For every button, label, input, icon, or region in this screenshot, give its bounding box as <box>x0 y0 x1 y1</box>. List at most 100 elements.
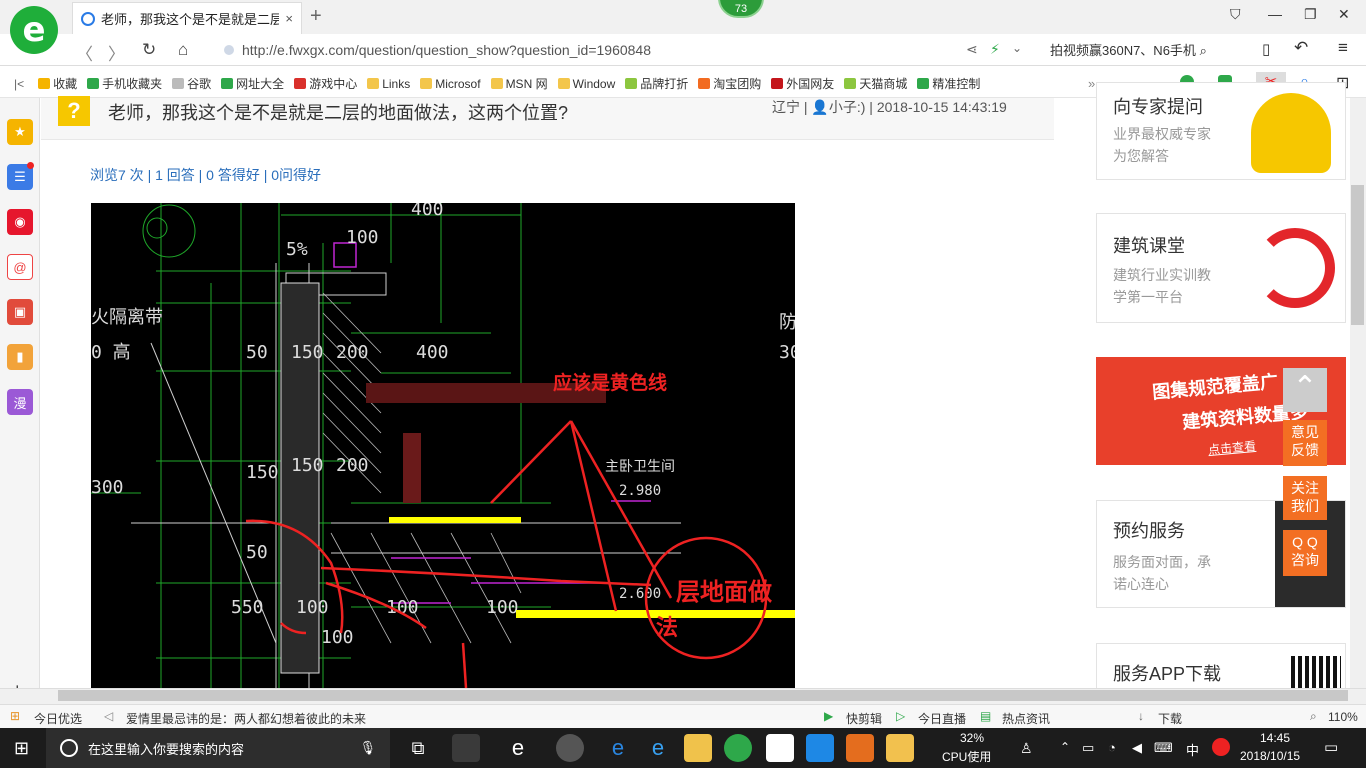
bookmark-item[interactable]: 网址大全 <box>221 75 284 92</box>
wifi-icon[interactable]: ◔ <box>1108 740 1116 755</box>
sogou-icon[interactable] <box>1212 738 1230 756</box>
edge-icon[interactable]: e <box>604 734 632 762</box>
bookmark-item[interactable]: Links <box>367 77 410 91</box>
browser-logo-icon[interactable]: e <box>10 6 58 54</box>
search-box[interactable]: 拍视频赢360N7、N6手机 ⌕ <box>1050 40 1207 59</box>
volume-icon[interactable]: ◀ <box>1132 740 1142 756</box>
url-field[interactable]: http://e.fwxgx.com/question/question_sho… <box>224 38 1034 62</box>
question-title: 老师，那我这个是不是就是二层的地面做法，这两个位置? <box>108 103 569 123</box>
follow-button[interactable]: 关注 我们 <box>1283 476 1327 520</box>
live-link[interactable]: 今日直播 <box>918 710 966 727</box>
news-ticker[interactable]: 爱情里最忌讳的是：两人都幻想着彼此的未来 <box>126 710 366 727</box>
novel-icon[interactable]: ▮ <box>7 344 33 370</box>
weibo-icon[interactable]: ◉ <box>7 209 33 235</box>
bookmark-label: 外国网友 <box>786 77 835 91</box>
chevron-down-icon[interactable]: ⌄ <box>1012 41 1022 55</box>
mail-taskbar-icon[interactable] <box>766 734 794 762</box>
bookmark-item[interactable]: 手机收藏夹 <box>87 75 162 92</box>
bookmark-item[interactable]: 精准控制 <box>917 75 980 92</box>
lightning-icon[interactable]: ⚡ <box>990 41 1000 58</box>
tray-chevron-icon[interactable]: ⌃ <box>1060 740 1070 754</box>
more-bookmarks-icon[interactable]: » <box>1088 76 1095 91</box>
quick-clip-link[interactable]: 快剪辑 <box>846 710 882 727</box>
fan-app-icon[interactable] <box>452 734 480 762</box>
bookmark-item[interactable]: Microsof <box>420 77 481 91</box>
daily-picks-link[interactable]: 今日优选 <box>34 710 82 727</box>
bookmark-item[interactable]: MSN 网 <box>490 75 548 92</box>
question-stats[interactable]: 浏览7 次 | 1 回答 | 0 答得好 | 0问得好 <box>90 165 321 185</box>
zoom-level[interactable]: 110% <box>1328 710 1358 724</box>
ie-icon[interactable]: e <box>644 734 672 762</box>
bookmark-label: 网址大全 <box>236 77 285 91</box>
people-icon[interactable]: ♙ <box>1020 740 1033 757</box>
home-icon[interactable]: ⌂ <box>178 40 188 60</box>
cad-drawing-image[interactable]: 火隔离带 0 高 防 30 5% 主卧卫生间 2.980 2.600 50 15… <box>91 203 795 688</box>
notes-icon[interactable] <box>886 734 914 762</box>
bookmark-item[interactable]: Window <box>557 77 615 91</box>
qq-consult-button[interactable]: Q Q 咨询 <box>1283 530 1327 576</box>
feedback-button[interactable]: 意见 反馈 <box>1283 420 1327 466</box>
banner-button[interactable]: 点击查看 <box>1207 437 1257 458</box>
cad-left-text-1: 火隔离带 <box>91 307 163 328</box>
bookmark-label: 品牌打折 <box>640 77 689 91</box>
download-icon: ↓ <box>1138 709 1144 723</box>
bookmark-item[interactable]: 品牌打折 <box>625 75 688 92</box>
360-browser-taskbar-icon[interactable] <box>724 734 752 762</box>
tab-active[interactable]: 老师，那我这个是不是就是二层的 × <box>72 2 302 34</box>
game-icon[interactable]: ▣ <box>7 299 33 325</box>
close-window-button[interactable]: ✕ <box>1338 6 1350 23</box>
card-booking-sub: 服务面对面，承 诺心连心 <box>1113 554 1211 592</box>
phone-icon[interactable]: ▯ <box>1262 40 1270 58</box>
tab-close-button[interactable]: × <box>285 11 293 26</box>
restore-button[interactable]: ❐ <box>1304 6 1317 23</box>
pdf-icon[interactable] <box>846 734 874 762</box>
windows-start-icon[interactable]: ⊞ <box>14 738 29 759</box>
bookmark-item[interactable]: 淘宝团购 <box>698 75 761 92</box>
new-tab-button[interactable]: + <box>310 5 322 28</box>
card-classroom[interactable]: 建筑课堂 建筑行业实训教 学第一平台 <box>1096 213 1346 323</box>
clock-time[interactable]: 14:45 <box>1252 731 1298 745</box>
favorites-star-icon[interactable]: ★ <box>7 119 33 145</box>
bookmark-label: 游戏中心 <box>309 77 358 91</box>
ime-indicator[interactable]: 中 <box>1186 740 1199 759</box>
bookmark-item[interactable]: 游戏中心 <box>294 75 357 92</box>
back-to-top-icon[interactable]: ⌃ <box>1283 368 1327 412</box>
share-icon[interactable]: ⋖ <box>966 41 978 58</box>
search-icon[interactable]: ⌕ <box>1200 43 1207 58</box>
vertical-scroll-thumb[interactable] <box>1351 185 1364 325</box>
bookmark-item[interactable]: 外国网友 <box>771 75 834 92</box>
download-link[interactable]: 下载 <box>1158 710 1182 727</box>
menu-icon[interactable]: ≡ <box>1338 38 1348 58</box>
minimize-button[interactable]: — <box>1268 6 1282 22</box>
task-view-icon[interactable]: ⧉ <box>404 734 432 762</box>
notification-center-icon[interactable]: ▭ <box>1324 738 1338 756</box>
comic-icon[interactable]: 漫 <box>7 389 33 415</box>
microphone-icon[interactable]: 🎙 <box>359 740 376 756</box>
clock-date[interactable]: 2018/10/15 <box>1240 749 1300 763</box>
speaker-icon: ◁ <box>104 709 114 723</box>
tray-app-icon[interactable]: ▭ <box>1082 740 1094 756</box>
card-ask-expert[interactable]: 向专家提问 业界最权威专家 为您解答 <box>1096 82 1346 180</box>
undo-icon[interactable]: ↶ <box>1294 38 1308 58</box>
sidebar-toggle-icon[interactable]: |< <box>14 77 24 91</box>
hotnews-link[interactable]: 热点资讯 <box>1002 710 1050 727</box>
horizontal-scroll-thumb[interactable] <box>58 690 1348 701</box>
keyboard-icon[interactable]: ⌨ <box>1154 740 1173 756</box>
bookmark-label: MSN 网 <box>505 77 548 91</box>
browser-e-icon[interactable]: e <box>504 734 532 762</box>
mail-icon[interactable]: @ <box>7 254 33 280</box>
taskbar-search[interactable]: 在这里输入你要搜索的内容 🎙 <box>46 728 390 768</box>
bookmark-item[interactable]: 天猫商城 <box>844 75 907 92</box>
bookmark-item[interactable]: 收藏 <box>38 75 77 92</box>
app-plus-icon[interactable] <box>806 734 834 762</box>
yellow-line-upper <box>389 517 521 523</box>
forward-icon[interactable]: 〉 <box>108 40 125 65</box>
card-booking-title: 预约服务 <box>1113 521 1185 541</box>
file-explorer-icon[interactable] <box>684 734 712 762</box>
back-icon[interactable]: 〈 <box>76 40 93 65</box>
shirt-icon[interactable]: ⛉ <box>1230 6 1241 23</box>
card-classroom-title: 建筑课堂 <box>1113 236 1185 256</box>
app-icon-4[interactable] <box>556 734 584 762</box>
reload-icon[interactable]: ↻ <box>142 40 156 60</box>
bookmark-item[interactable]: 谷歌 <box>172 75 211 92</box>
